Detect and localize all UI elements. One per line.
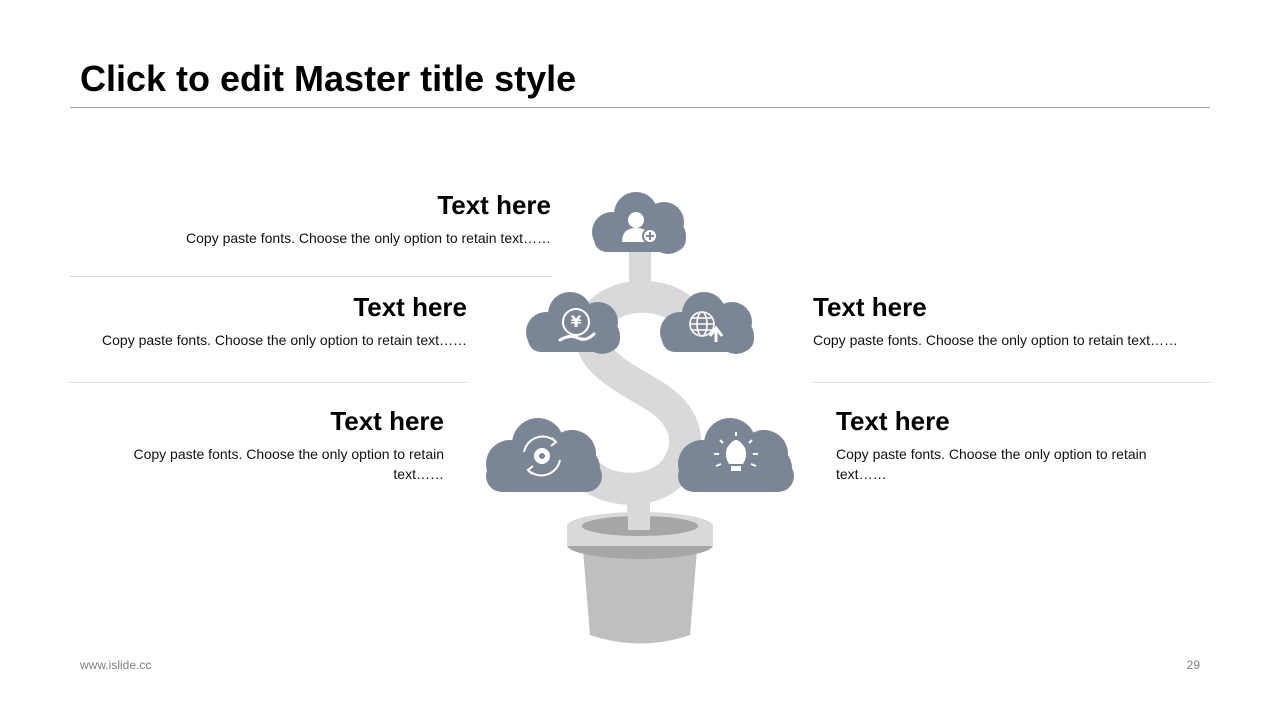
text-block-bottom-left: Text here Copy paste fonts. Choose the o… [110, 406, 444, 484]
block-heading: Text here [813, 292, 927, 322]
block-heading: Text here [836, 406, 950, 436]
slide-title: Click to edit Master title style [80, 58, 577, 99]
money-plant-illustration: ¥ [486, 192, 794, 644]
block-body: Copy paste fonts. Choose the only option… [836, 446, 1147, 482]
block-body: Copy paste fonts. Choose the only option… [102, 332, 467, 348]
block-body: Copy paste fonts. Choose the only option… [813, 332, 1178, 348]
page-number: 29 [1186, 658, 1200, 672]
text-block-mid-right: Text here Copy paste fonts. Choose the o… [813, 292, 1210, 350]
text-block-bottom-right: Text here Copy paste fonts. Choose the o… [836, 406, 1170, 484]
divider-mid-left [70, 382, 466, 383]
block-heading: Text here [330, 406, 444, 436]
svg-text:¥: ¥ [570, 312, 581, 331]
footer-url: www.islide.cc [80, 658, 152, 672]
block-body: Copy paste fonts. Choose the only option… [133, 446, 444, 482]
block-heading: Text here [353, 292, 467, 322]
text-block-mid-left: Text here Copy paste fonts. Choose the o… [70, 292, 467, 350]
title-divider [70, 107, 1210, 108]
divider-mid-right [814, 382, 1210, 383]
dollar-stem [569, 240, 702, 540]
pot [567, 500, 713, 644]
